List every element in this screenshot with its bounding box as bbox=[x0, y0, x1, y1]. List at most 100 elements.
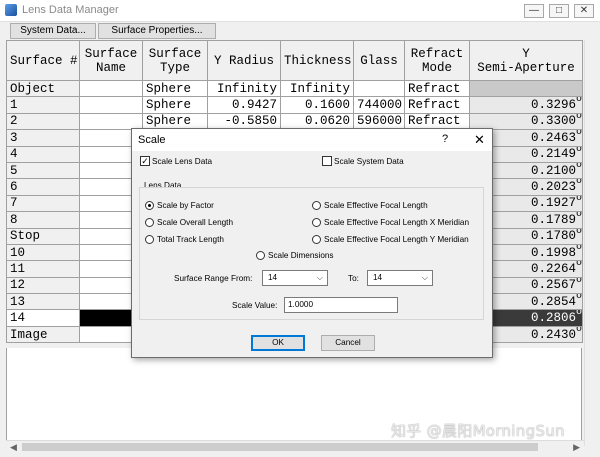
solve-marker-icon[interactable]: o bbox=[576, 147, 582, 154]
solve-marker-icon[interactable]: o bbox=[576, 131, 582, 138]
solve-marker-icon[interactable]: o bbox=[576, 278, 582, 285]
minimize-button[interactable]: — bbox=[524, 4, 544, 18]
cancel-button[interactable]: Cancel bbox=[321, 335, 375, 351]
semi-aperture-value: 0.2854 bbox=[530, 294, 576, 309]
surface-cell[interactable]: 13 bbox=[6, 293, 80, 311]
semi-aperture-value: 0.2023 bbox=[530, 180, 576, 195]
system-data-button[interactable]: System Data... bbox=[10, 23, 96, 39]
solve-marker-icon[interactable]: o bbox=[576, 180, 582, 187]
glass-cell[interactable]: 744000 bbox=[353, 96, 405, 114]
scale-dimensions-radio[interactable] bbox=[256, 251, 265, 260]
close-button[interactable]: ✕ bbox=[574, 4, 594, 18]
scale-system-data-label: Scale System Data bbox=[334, 157, 404, 166]
scale-lens-data-checkbox[interactable]: ✓ bbox=[140, 156, 150, 166]
column-header[interactable]: Surface # bbox=[6, 40, 80, 81]
solve-marker-icon[interactable]: o bbox=[576, 196, 582, 203]
chevron-down-icon[interactable]: ⌵ bbox=[317, 271, 323, 285]
scale-by-factor-radio[interactable] bbox=[145, 201, 154, 210]
grid-header-row: Surface # Surface Name Surface Type Y Radiu… bbox=[6, 40, 583, 81]
glass-cell[interactable] bbox=[353, 79, 405, 98]
surface-cell[interactable]: 10 bbox=[6, 243, 80, 262]
scale-value-input[interactable]: 1.0000 bbox=[284, 297, 398, 313]
solve-marker-icon[interactable]: o bbox=[576, 327, 582, 334]
surface-cell[interactable]: 4 bbox=[6, 145, 80, 163]
to-value: 14 bbox=[373, 273, 383, 282]
surface-cell[interactable]: 1 bbox=[6, 96, 80, 114]
semi-aperture-cell[interactable] bbox=[469, 79, 583, 98]
solve-marker-icon[interactable]: o bbox=[576, 213, 582, 220]
y-radius-cell[interactable]: Infinity bbox=[207, 79, 281, 98]
table-row[interactable]: 1 Sphere 0.9427 0.1600 744000 Refract 0.3296 o bbox=[6, 96, 583, 114]
solve-marker-icon[interactable]: o bbox=[576, 229, 582, 236]
column-header[interactable]: Thickness bbox=[280, 40, 354, 81]
column-header[interactable]: Glass bbox=[353, 40, 405, 81]
ok-button[interactable]: OK bbox=[251, 335, 305, 351]
semi-aperture-value: 0.2806 bbox=[530, 311, 576, 326]
maximize-button[interactable]: □ bbox=[549, 4, 569, 18]
surface-properties-button[interactable]: Surface Properties... bbox=[98, 23, 216, 39]
surface-cell[interactable]: 3 bbox=[6, 129, 80, 147]
semi-aperture-value: 0.3300 bbox=[530, 114, 576, 129]
semi-aperture-value: 0.2100 bbox=[530, 163, 576, 178]
toolbar: System Data... Surface Properties... bbox=[0, 22, 600, 40]
surface-type-cell[interactable]: Sphere bbox=[142, 96, 208, 114]
app-icon bbox=[5, 4, 17, 16]
scale-system-data-checkbox[interactable] bbox=[322, 156, 332, 166]
from-combobox[interactable]: 14 ⌵ bbox=[262, 270, 328, 286]
solve-marker-icon[interactable]: o bbox=[576, 295, 582, 302]
total-track-length-radio[interactable] bbox=[145, 235, 154, 244]
scale-efl-label: Scale Effective Focal Length bbox=[324, 201, 428, 210]
surface-cell[interactable]: Object bbox=[6, 79, 80, 98]
column-header[interactable]: Y Semi-Aperture bbox=[469, 40, 583, 81]
surface-name-cell[interactable] bbox=[79, 96, 143, 114]
scale-efl-x-radio[interactable] bbox=[312, 218, 321, 227]
surface-cell[interactable]: 2 bbox=[6, 112, 80, 131]
solve-marker-icon[interactable]: o bbox=[576, 311, 582, 318]
scale-dialog: Scale ? ✕ ✓ Scale Lens Data Scale System… bbox=[131, 128, 493, 358]
surface-name-cell[interactable] bbox=[79, 79, 143, 98]
solve-marker-icon[interactable]: o bbox=[576, 262, 582, 269]
chevron-down-icon[interactable]: ⌵ bbox=[422, 271, 428, 285]
surface-cell[interactable]: Image bbox=[6, 325, 80, 344]
column-header[interactable]: Surface Name bbox=[79, 40, 143, 81]
to-combobox[interactable]: 14 ⌵ bbox=[367, 270, 433, 286]
thickness-cell[interactable]: 0.1600 bbox=[280, 96, 354, 114]
window-title: Lens Data Manager bbox=[22, 4, 119, 16]
surface-cell[interactable]: 12 bbox=[6, 276, 80, 295]
thickness-cell[interactable]: Infinity bbox=[280, 79, 354, 98]
surface-cell[interactable]: 14 bbox=[6, 309, 80, 327]
scale-efl-radio[interactable] bbox=[312, 201, 321, 210]
solve-marker-icon[interactable]: o bbox=[576, 245, 582, 252]
refract-mode-cell[interactable]: Refract bbox=[404, 96, 470, 114]
scale-overall-length-radio[interactable] bbox=[145, 218, 154, 227]
surface-cell[interactable]: 7 bbox=[6, 194, 80, 213]
refract-mode-cell[interactable]: Refract bbox=[404, 79, 470, 98]
scale-by-factor-label: Scale by Factor bbox=[157, 201, 214, 210]
surface-cell[interactable]: Stop bbox=[6, 227, 80, 245]
help-icon[interactable]: ? bbox=[442, 133, 448, 145]
surface-cell[interactable]: 11 bbox=[6, 260, 80, 278]
vertical-scrollbar[interactable] bbox=[584, 40, 598, 446]
surface-cell[interactable]: 5 bbox=[6, 161, 80, 180]
semi-aperture-cell[interactable]: 0.3296 o bbox=[469, 96, 583, 114]
horizontal-scrollbar[interactable]: ◀ ▶ bbox=[6, 440, 584, 452]
semi-aperture-value: 0.2463 bbox=[530, 130, 576, 145]
scroll-right-icon[interactable]: ▶ bbox=[573, 442, 580, 453]
scroll-left-icon[interactable]: ◀ bbox=[10, 442, 17, 453]
surface-cell[interactable]: 8 bbox=[6, 211, 80, 229]
solve-marker-icon[interactable]: o bbox=[576, 114, 582, 121]
table-row[interactable]: Object Sphere Infinity Infinity Refract bbox=[6, 79, 583, 98]
scale-efl-y-radio[interactable] bbox=[312, 235, 321, 244]
dialog-close-icon[interactable]: ✕ bbox=[474, 132, 485, 148]
surface-type-cell[interactable]: Sphere bbox=[142, 79, 208, 98]
scroll-thumb[interactable] bbox=[22, 443, 538, 451]
surface-cell[interactable]: 6 bbox=[6, 178, 80, 196]
y-radius-cell[interactable]: 0.9427 bbox=[207, 96, 281, 114]
scale-overall-length-label: Scale Overall Length bbox=[157, 218, 234, 227]
solve-marker-icon[interactable]: o bbox=[576, 98, 582, 105]
solve-marker-icon[interactable]: o bbox=[576, 163, 582, 170]
dialog-title-bar: Scale ? ✕ bbox=[132, 129, 492, 151]
column-header[interactable]: Refract Mode bbox=[404, 40, 470, 81]
column-header[interactable]: Surface Type bbox=[142, 40, 208, 81]
column-header[interactable]: Y Radius bbox=[207, 40, 281, 81]
